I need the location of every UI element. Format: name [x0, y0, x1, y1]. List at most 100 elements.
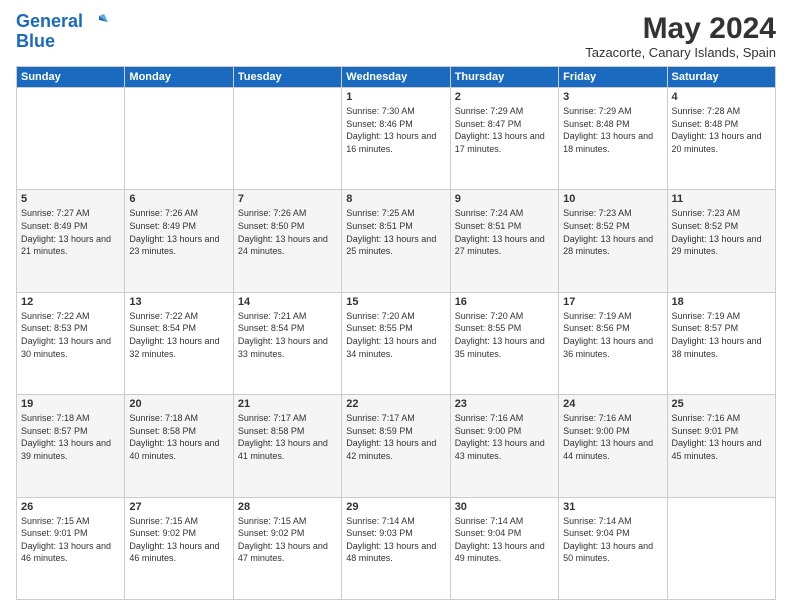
calendar-cell: 19Sunrise: 7:18 AMSunset: 8:57 PMDayligh… [17, 395, 125, 497]
calendar-cell: 23 Sunrise: 7:16 AMSunset: 9:00 PMDayligh… [450, 395, 558, 497]
day-number: 12 [21, 296, 120, 308]
calendar-cell: 6Sunrise: 7:26 AMSunset: 8:49 PMDaylight… [125, 190, 233, 292]
day-info: Sunrise: 7:14 AMSunset: 9:04 PMDaylight:… [455, 515, 554, 565]
calendar-week-row: 5Sunrise: 7:27 AMSunset: 8:49 PMDaylight… [17, 190, 776, 292]
calendar-cell: 29Sunrise: 7:14 AMSunset: 9:03 PMDayligh… [342, 497, 450, 599]
day-info: Sunrise: 7:25 AMSunset: 8:51 PMDaylight:… [346, 207, 445, 257]
day-number: 5 [21, 193, 120, 205]
calendar-header-sunday: Sunday [17, 67, 125, 88]
logo-bird-icon [90, 14, 108, 30]
day-info: Sunrise: 7:18 AMSunset: 8:57 PMDaylight:… [21, 412, 120, 462]
day-number: 11 [672, 193, 771, 205]
day-info: Sunrise: 7:22 AMSunset: 8:54 PMDaylight:… [129, 310, 228, 360]
calendar-cell: 1Sunrise: 7:30 AMSunset: 8:46 PMDaylight… [342, 88, 450, 190]
day-number: 6 [129, 193, 228, 205]
calendar-cell: 20 Sunrise: 7:18 AMSunset: 8:58 PMDayligh… [125, 395, 233, 497]
calendar-cell: 18 Sunrise: 7:19 AMSunset: 8:57 PMDayligh… [667, 292, 775, 394]
day-info: Sunrise: 7:23 AMSunset: 8:52 PMDaylight:… [672, 207, 771, 257]
day-number: 3 [563, 91, 662, 103]
calendar-cell: 7 Sunrise: 7:26 AMSunset: 8:50 PMDaylight… [233, 190, 341, 292]
calendar-week-row: 26 Sunrise: 7:15 AMSunset: 9:01 PMDayligh… [17, 497, 776, 599]
day-info: Sunrise: 7:15 AMSunset: 9:02 PMDaylight:… [129, 515, 228, 565]
logo-line1: General [16, 11, 83, 31]
calendar-cell: 11 Sunrise: 7:23 AMSunset: 8:52 PMDayligh… [667, 190, 775, 292]
calendar-cell: 10 Sunrise: 7:23 AMSunset: 8:52 PMDayligh… [559, 190, 667, 292]
calendar-cell: 16Sunrise: 7:20 AMSunset: 8:55 PMDayligh… [450, 292, 558, 394]
day-number: 27 [129, 501, 228, 513]
day-info: Sunrise: 7:15 AMSunset: 9:01 PMDaylight:… [21, 515, 120, 565]
day-number: 2 [455, 91, 554, 103]
day-number: 24 [563, 398, 662, 410]
day-info: Sunrise: 7:16 AMSunset: 9:00 PMDaylight:… [455, 412, 554, 462]
calendar-cell: 13 Sunrise: 7:22 AMSunset: 8:54 PMDayligh… [125, 292, 233, 394]
page: General Blue May 2024 Tazacorte, Canary … [0, 0, 792, 612]
day-number: 23 [455, 398, 554, 410]
day-number: 21 [238, 398, 337, 410]
day-info: Sunrise: 7:29 AMSunset: 8:47 PMDaylight:… [455, 105, 554, 155]
day-info: Sunrise: 7:15 AMSunset: 9:02 PMDaylight:… [238, 515, 337, 565]
day-info: Sunrise: 7:17 AMSunset: 8:59 PMDaylight:… [346, 412, 445, 462]
day-info: Sunrise: 7:30 AMSunset: 8:46 PMDaylight:… [346, 105, 445, 155]
day-info: Sunrise: 7:16 AMSunset: 9:01 PMDaylight:… [672, 412, 771, 462]
calendar-week-row: 19Sunrise: 7:18 AMSunset: 8:57 PMDayligh… [17, 395, 776, 497]
logo: General Blue [16, 12, 108, 52]
day-info: Sunrise: 7:18 AMSunset: 8:58 PMDaylight:… [129, 412, 228, 462]
day-number: 7 [238, 193, 337, 205]
day-number: 18 [672, 296, 771, 308]
location-title: Tazacorte, Canary Islands, Spain [585, 45, 776, 60]
calendar-cell: 4 Sunrise: 7:28 AMSunset: 8:48 PMDaylight… [667, 88, 775, 190]
calendar-cell [17, 88, 125, 190]
day-info: Sunrise: 7:20 AMSunset: 8:55 PMDaylight:… [346, 310, 445, 360]
day-info: Sunrise: 7:21 AMSunset: 8:54 PMDaylight:… [238, 310, 337, 360]
day-number: 9 [455, 193, 554, 205]
day-info: Sunrise: 7:19 AMSunset: 8:56 PMDaylight:… [563, 310, 662, 360]
day-number: 10 [563, 193, 662, 205]
calendar-table: SundayMondayTuesdayWednesdayThursdayFrid… [16, 66, 776, 600]
calendar-cell: 21 Sunrise: 7:17 AMSunset: 8:58 PMDayligh… [233, 395, 341, 497]
day-number: 15 [346, 296, 445, 308]
calendar-cell: 28 Sunrise: 7:15 AMSunset: 9:02 PMDayligh… [233, 497, 341, 599]
day-number: 26 [21, 501, 120, 513]
calendar-header-tuesday: Tuesday [233, 67, 341, 88]
day-number: 22 [346, 398, 445, 410]
calendar-header-wednesday: Wednesday [342, 67, 450, 88]
calendar-cell: 30 Sunrise: 7:14 AMSunset: 9:04 PMDayligh… [450, 497, 558, 599]
day-info: Sunrise: 7:29 AMSunset: 8:48 PMDaylight:… [563, 105, 662, 155]
calendar-cell [233, 88, 341, 190]
calendar-cell: 26 Sunrise: 7:15 AMSunset: 9:01 PMDayligh… [17, 497, 125, 599]
calendar-cell: 2 Sunrise: 7:29 AMSunset: 8:47 PMDaylight… [450, 88, 558, 190]
calendar-cell: 15 Sunrise: 7:20 AMSunset: 8:55 PMDayligh… [342, 292, 450, 394]
day-info: Sunrise: 7:28 AMSunset: 8:48 PMDaylight:… [672, 105, 771, 155]
day-number: 14 [238, 296, 337, 308]
calendar-cell: 12 Sunrise: 7:22 AMSunset: 8:53 PMDayligh… [17, 292, 125, 394]
day-number: 31 [563, 501, 662, 513]
calendar-cell: 8Sunrise: 7:25 AMSunset: 8:51 PMDaylight… [342, 190, 450, 292]
calendar-cell: 27 Sunrise: 7:15 AMSunset: 9:02 PMDayligh… [125, 497, 233, 599]
day-info: Sunrise: 7:20 AMSunset: 8:55 PMDaylight:… [455, 310, 554, 360]
calendar-cell: 14 Sunrise: 7:21 AMSunset: 8:54 PMDayligh… [233, 292, 341, 394]
title-area: May 2024 Tazacorte, Canary Islands, Spai… [585, 12, 776, 60]
day-info: Sunrise: 7:22 AMSunset: 8:53 PMDaylight:… [21, 310, 120, 360]
calendar-header-row: SundayMondayTuesdayWednesdayThursdayFrid… [17, 67, 776, 88]
day-info: Sunrise: 7:23 AMSunset: 8:52 PMDaylight:… [563, 207, 662, 257]
day-number: 30 [455, 501, 554, 513]
month-title: May 2024 [585, 12, 776, 45]
day-info: Sunrise: 7:17 AMSunset: 8:58 PMDaylight:… [238, 412, 337, 462]
day-number: 17 [563, 296, 662, 308]
day-number: 28 [238, 501, 337, 513]
calendar-header-thursday: Thursday [450, 67, 558, 88]
day-info: Sunrise: 7:26 AMSunset: 8:50 PMDaylight:… [238, 207, 337, 257]
calendar-cell: 31Sunrise: 7:14 AMSunset: 9:04 PMDayligh… [559, 497, 667, 599]
calendar-cell: 22 Sunrise: 7:17 AMSunset: 8:59 PMDayligh… [342, 395, 450, 497]
calendar-cell [667, 497, 775, 599]
logo-line2: Blue [16, 31, 55, 51]
day-info: Sunrise: 7:19 AMSunset: 8:57 PMDaylight:… [672, 310, 771, 360]
logo-text: General [16, 12, 108, 32]
day-number: 25 [672, 398, 771, 410]
day-number: 13 [129, 296, 228, 308]
calendar-cell: 17 Sunrise: 7:19 AMSunset: 8:56 PMDayligh… [559, 292, 667, 394]
day-number: 20 [129, 398, 228, 410]
calendar-cell: 3 Sunrise: 7:29 AMSunset: 8:48 PMDaylight… [559, 88, 667, 190]
calendar-header-saturday: Saturday [667, 67, 775, 88]
day-number: 4 [672, 91, 771, 103]
